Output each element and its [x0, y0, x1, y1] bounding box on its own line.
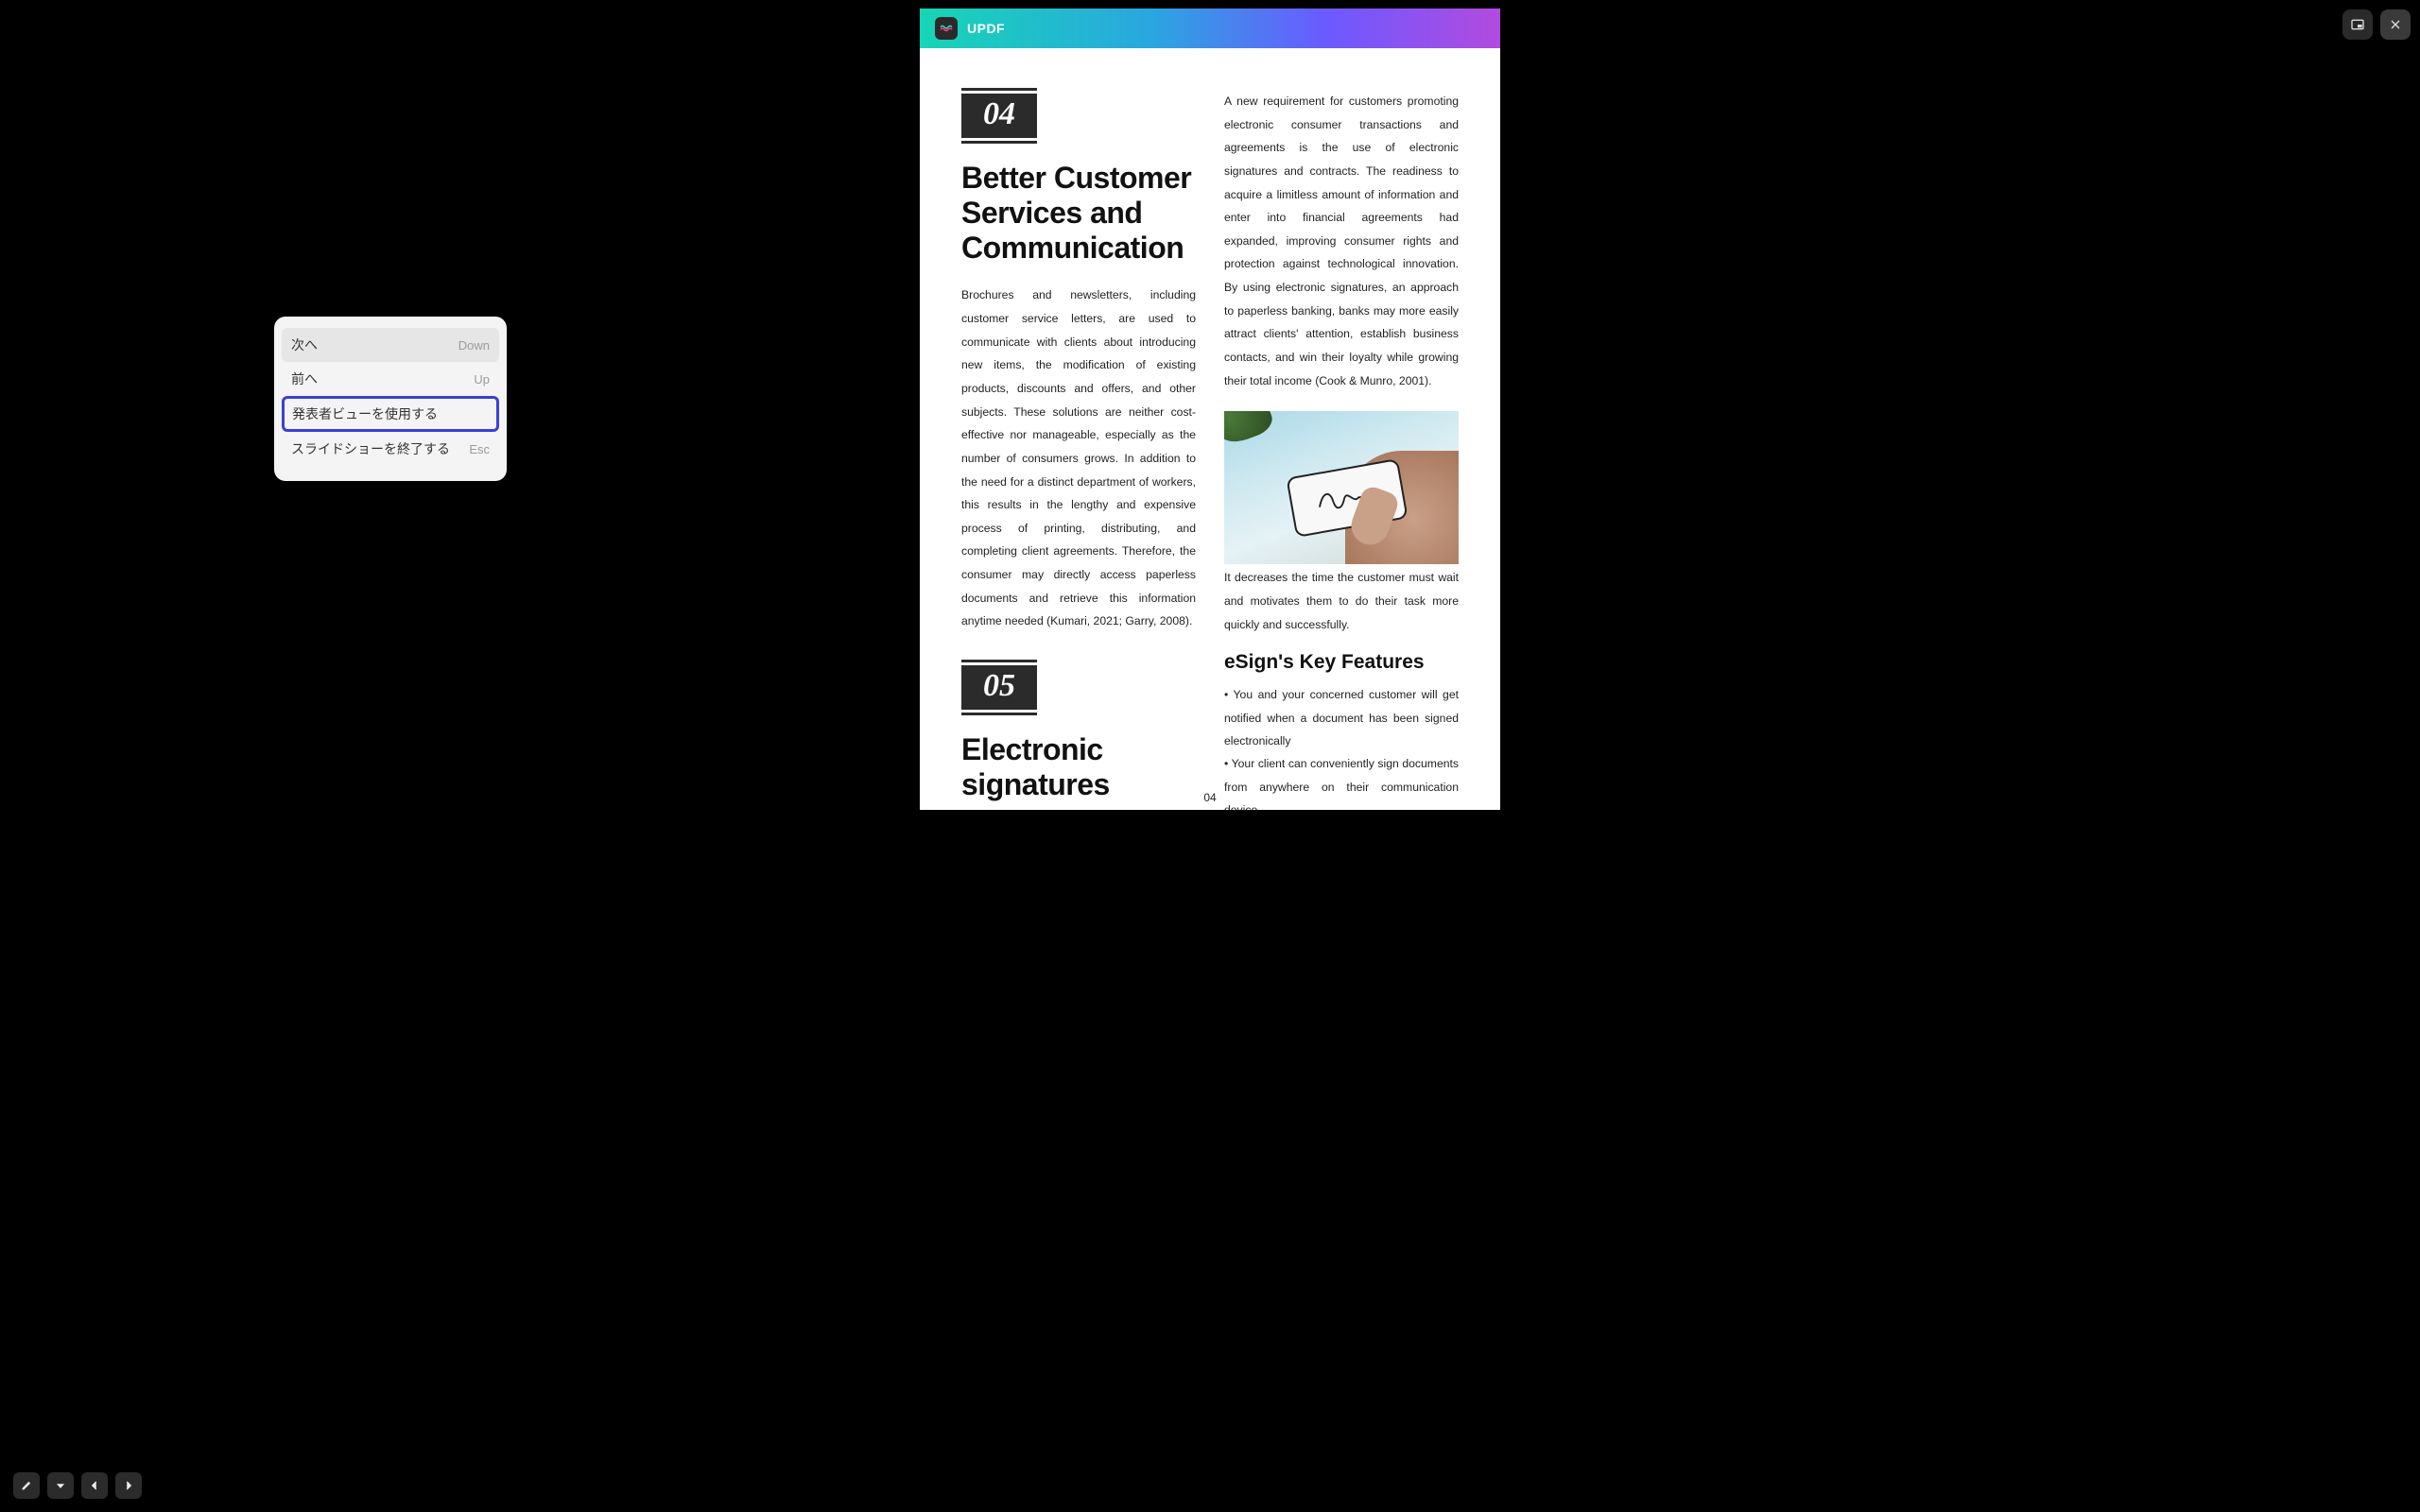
updf-logo-icon: [939, 21, 954, 36]
menu-item-shortcut: Esc: [469, 442, 490, 456]
document-page: UPDF 04 Better Customer Services and Com…: [920, 9, 1500, 810]
prev-button[interactable]: [81, 1472, 108, 1499]
pen-icon: [20, 1479, 33, 1492]
feature-bullet-1: • You and your concerned customer will g…: [1224, 683, 1459, 752]
menu-item-label: 次へ: [291, 335, 318, 354]
pen-button[interactable]: [13, 1472, 40, 1499]
section-number-05: 05: [961, 660, 1037, 715]
section-title-05: Electronic signatures: [961, 732, 1196, 802]
menu-item-prev[interactable]: 前へ Up: [282, 362, 499, 396]
chevron-right-icon: [122, 1479, 135, 1492]
section-body-04: Brochures and newsletters, including cus…: [961, 284, 1196, 633]
pip-icon: [2350, 17, 2365, 32]
menu-item-presenter-view[interactable]: 発表者ビューを使用する: [282, 396, 499, 432]
menu-item-label: スライドショーを終了する: [291, 439, 450, 458]
page-header: UPDF: [920, 9, 1500, 48]
esign-features-heading: eSign's Key Features: [1224, 651, 1459, 674]
page-number: 04: [1203, 791, 1216, 804]
menu-item-end-slideshow[interactable]: スライドショーを終了する Esc: [282, 432, 499, 466]
brand-logo: [935, 17, 958, 40]
chevron-down-filled-icon: [54, 1479, 67, 1492]
context-menu: 次へ Down 前へ Up 発表者ビューを使用する スライドショーを終了する E…: [274, 317, 507, 481]
next-button[interactable]: [115, 1472, 142, 1499]
section-title-04: Better Customer Services and Communicati…: [961, 161, 1196, 265]
menu-item-shortcut: Down: [458, 338, 490, 352]
section-number-04: 04: [961, 88, 1037, 144]
options-button[interactable]: [47, 1472, 74, 1499]
menu-item-next[interactable]: 次へ Down: [282, 328, 499, 362]
menu-item-shortcut: Up: [474, 372, 490, 387]
feature-bullet-2: • Your client can conveniently sign docu…: [1224, 752, 1459, 810]
close-button[interactable]: [2380, 9, 2411, 40]
section-body-05-after: It decreases the time the customer must …: [1224, 566, 1459, 636]
brand-name: UPDF: [967, 21, 1005, 36]
close-icon: [2388, 17, 2403, 32]
section-body-05-top: A new requirement for customers promotin…: [1224, 90, 1459, 392]
photo-esignature: [1224, 411, 1459, 564]
menu-item-label: 前へ: [291, 369, 318, 388]
chevron-left-icon: [88, 1479, 101, 1492]
pip-button[interactable]: [2342, 9, 2373, 40]
menu-item-label: 発表者ビューを使用する: [292, 404, 438, 423]
